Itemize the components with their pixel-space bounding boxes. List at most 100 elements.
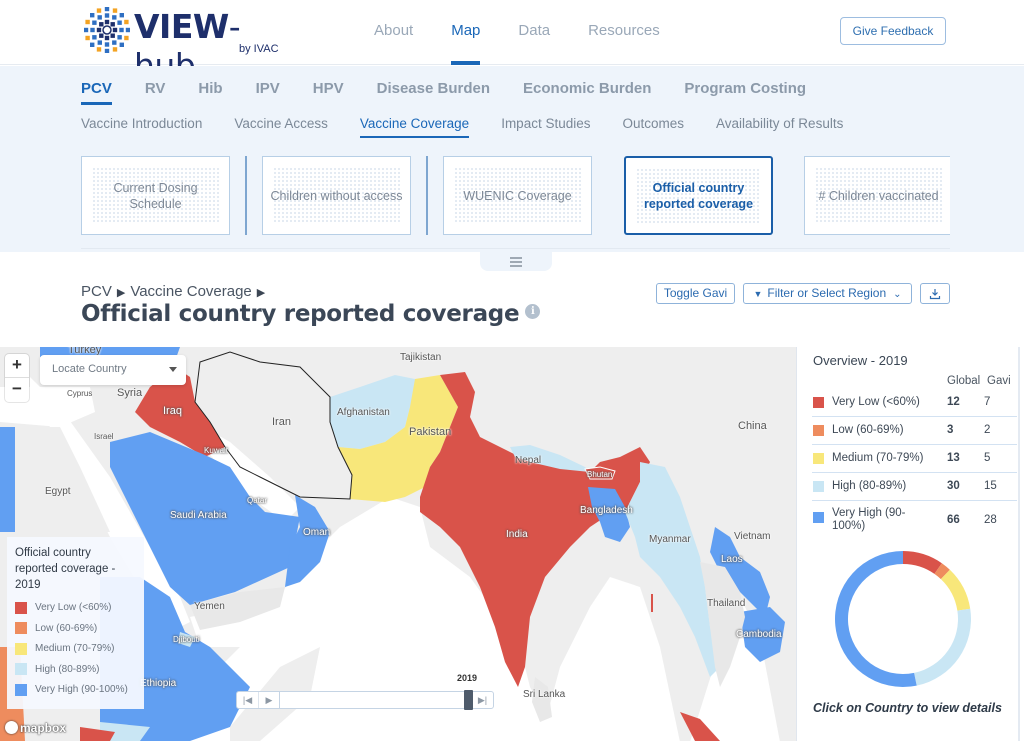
donut-slice[interactable] — [940, 569, 971, 611]
toggle-gavi-button[interactable]: Toggle Gavi — [656, 283, 735, 304]
click-country-hint: Click on Country to view details — [813, 701, 1002, 715]
zoom-in-button[interactable]: + — [5, 354, 29, 378]
breadcrumb-item[interactable]: Vaccine Coverage — [130, 283, 251, 300]
map-label: China — [738, 420, 767, 432]
year-timeline: |◀ ▶ ▶| — [236, 690, 494, 710]
col-gavi: Gavi — [987, 375, 1011, 387]
coverage-donut-chart[interactable] — [827, 543, 979, 695]
filter-icon: ▼ — [753, 289, 763, 299]
subtab-outcomes[interactable]: Outcomes — [622, 116, 684, 138]
overview-row: Very Low (<60%) 12 7 — [812, 389, 1017, 417]
card-current-dosing-schedule[interactable]: Current Dosing Schedule — [81, 156, 230, 235]
map-label: Iran — [272, 416, 291, 428]
vaccine-tabs: PCV RV Hib IPV HPV Disease Burden Econom… — [81, 80, 839, 105]
map-label: Qatar — [247, 496, 268, 505]
chevron-down-icon: ⌄ — [893, 289, 902, 300]
top-navbar: VIEW-hub by IVAC About Map Data Resource… — [0, 0, 1024, 85]
card-wuenic-coverage[interactable]: WUENIC Coverage — [443, 156, 592, 235]
legend-item: Very Low (<60%) — [15, 601, 136, 614]
zoom-out-button[interactable]: − — [5, 378, 29, 402]
tab-hib[interactable]: Hib — [198, 80, 222, 105]
card-separator — [245, 156, 247, 235]
overview-row: Medium (70-79%) 13 5 — [812, 445, 1017, 473]
legend-swatch — [15, 683, 27, 696]
filter-region-dropdown[interactable]: ▼ Filter or Select Region ⌄ — [743, 283, 912, 304]
last-year-button[interactable]: ▶| — [472, 692, 493, 708]
map-label: Iraq — [163, 405, 182, 417]
tab-ipv[interactable]: IPV — [256, 80, 280, 105]
tab-pcv[interactable]: PCV — [81, 80, 112, 105]
map-label: Israel — [94, 432, 114, 441]
download-icon — [929, 289, 941, 300]
card-official-country-reported-coverage[interactable]: Official country reported coverage — [624, 156, 773, 235]
caret-down-icon — [169, 367, 177, 372]
first-year-button[interactable]: |◀ — [237, 692, 258, 708]
cards-scroll-track — [81, 248, 950, 249]
nav-about[interactable]: About — [360, 0, 427, 65]
give-feedback-button[interactable]: Give Feedback — [840, 17, 946, 45]
legend-swatch — [813, 453, 824, 464]
map-label: Cyprus — [67, 389, 93, 398]
nav-map[interactable]: Map — [437, 0, 494, 65]
timeline-slider[interactable] — [279, 690, 473, 710]
donut-slice[interactable] — [903, 551, 942, 574]
tab-economic-burden[interactable]: Economic Burden — [523, 80, 651, 105]
tab-hpv[interactable]: HPV — [313, 80, 344, 105]
legend-swatch — [813, 512, 824, 523]
subtab-impact-studies[interactable]: Impact Studies — [501, 116, 590, 138]
info-icon[interactable]: i — [525, 304, 541, 319]
overview-panel: Overview - 2019 Global Gavi Very Low (<6… — [796, 347, 1024, 741]
logo-mark-icon — [84, 7, 130, 53]
map-label: Bhutan — [587, 470, 613, 479]
logo[interactable]: VIEW-hub by IVAC — [84, 7, 284, 85]
donut-slice[interactable] — [835, 551, 917, 687]
legend-swatch — [15, 642, 27, 655]
overview-row: High (80-89%) 30 15 — [812, 473, 1017, 501]
nav-data[interactable]: Data — [504, 0, 564, 65]
legend-swatch — [15, 601, 27, 614]
breadcrumb-item[interactable]: PCV — [81, 283, 112, 300]
card-children-without-access[interactable]: Children without access — [262, 156, 411, 235]
map-label: Ethiopia — [140, 678, 177, 689]
map-label: Sri Lanka — [523, 689, 566, 700]
card-separator — [426, 156, 428, 235]
mapbox-logo[interactable]: mapbox — [5, 721, 66, 735]
tab-disease-burden[interactable]: Disease Burden — [377, 80, 490, 105]
map-label: Pakistan — [409, 426, 452, 438]
choropleth-map[interactable]: Turkey Cyprus Syria Iraq Israel Kuwait I… — [0, 347, 796, 741]
donut-slice[interactable] — [914, 608, 971, 686]
subtab-vaccine-coverage[interactable]: Vaccine Coverage — [359, 116, 470, 138]
subtab-vaccine-introduction[interactable]: Vaccine Introduction — [81, 116, 202, 138]
legend-item: Medium (70-79%) — [15, 642, 136, 655]
map-label: Vietnam — [734, 531, 771, 542]
overview-row: Low (60-69%) 3 2 — [812, 417, 1017, 445]
map-label: Tajikistan — [400, 352, 442, 363]
download-button[interactable] — [920, 283, 950, 304]
card-children-vaccinated[interactable]: # Children vaccinated — [804, 156, 950, 235]
subtab-availability-of-results[interactable]: Availability of Results — [716, 116, 843, 138]
map-label: Afghanistan — [337, 407, 390, 418]
map-label: Laos — [721, 554, 743, 565]
play-button[interactable]: ▶ — [258, 692, 279, 708]
subtab-vaccine-access[interactable]: Vaccine Access — [234, 116, 328, 138]
tab-program-costing[interactable]: Program Costing — [684, 80, 806, 105]
nav-resources[interactable]: Resources — [574, 0, 674, 65]
overview-row: Very High (90-100%) 66 28 — [812, 501, 1017, 535]
breadcrumb-arrow-icon: ▶ — [256, 287, 266, 299]
map-label: Yemen — [194, 601, 225, 612]
breadcrumb: PCV ▶ Vaccine Coverage ▶ — [81, 283, 270, 300]
legend-swatch — [813, 481, 824, 492]
timeline-year: 2019 — [457, 673, 478, 683]
map-label: Djibouti — [173, 635, 200, 644]
map-label: Syria — [117, 387, 143, 399]
map-label: Cambodia — [736, 629, 782, 640]
panel-scrollbar[interactable] — [1018, 347, 1020, 741]
legend-title: Official country reported coverage - 201… — [15, 547, 116, 591]
locate-country-select[interactable]: Locate Country — [40, 355, 186, 385]
map-label: Egypt — [45, 486, 71, 497]
collapse-handle[interactable] — [480, 252, 552, 271]
col-global: Global — [947, 375, 981, 387]
indicator-cards: Current Dosing Schedule Children without… — [81, 156, 950, 236]
tab-rv[interactable]: RV — [145, 80, 166, 105]
sub-tabs: Vaccine Introduction Vaccine Access Vacc… — [81, 116, 875, 138]
